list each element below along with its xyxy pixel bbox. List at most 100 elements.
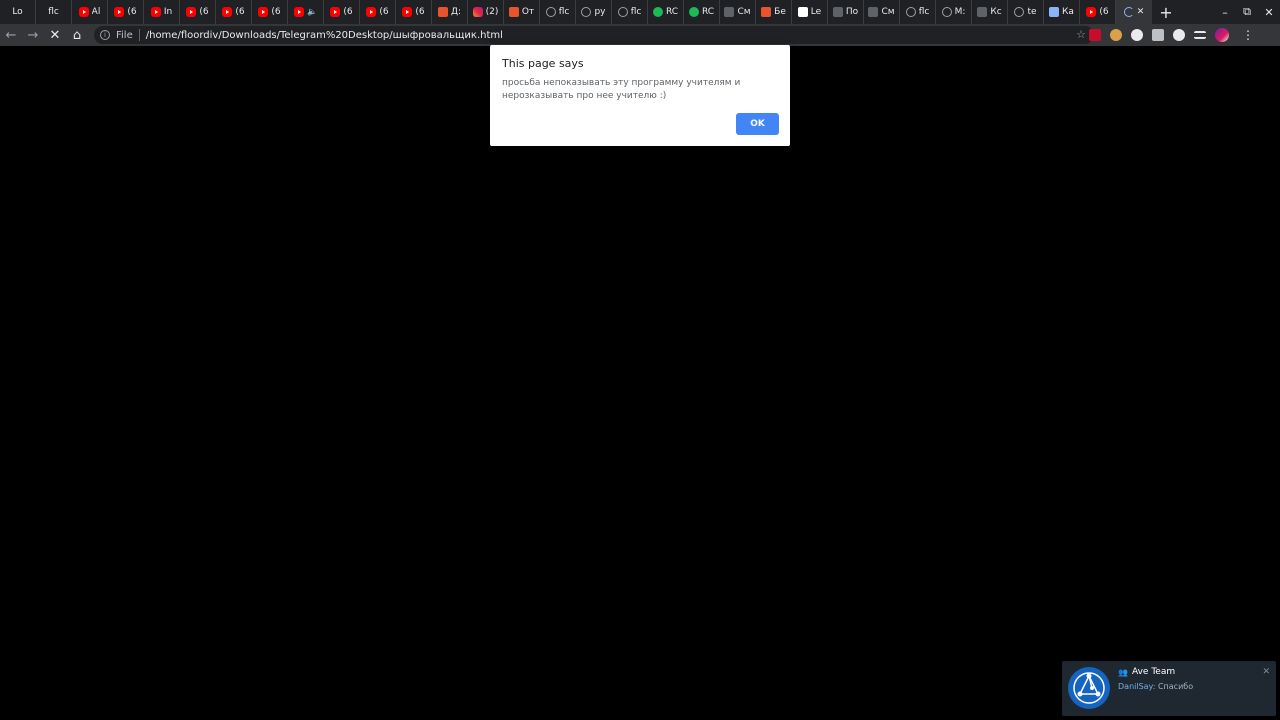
- github-icon: [941, 7, 952, 17]
- tab-21[interactable]: Бе: [756, 0, 792, 24]
- tab-title: (6: [343, 7, 353, 17]
- tab-14[interactable]: От: [504, 0, 540, 24]
- tab-title: RC: [701, 7, 715, 17]
- github-icon[interactable]: [1173, 29, 1185, 41]
- media-queue-icon[interactable]: [1194, 31, 1206, 39]
- info-icon[interactable]: i: [100, 30, 110, 40]
- notification-text: Спасибо: [1157, 682, 1194, 691]
- tab-list: Lo flc Al (6 In (6 (6 (6 🔈 (6 (6 (6 Д: (2) От flc ру flc R…: [0, 0, 1116, 24]
- green-circle-icon: [688, 7, 699, 17]
- maximize-button[interactable]: ⧉: [1236, 0, 1258, 24]
- tab-24[interactable]: См: [864, 0, 900, 24]
- tab-5[interactable]: (6: [180, 0, 216, 24]
- tab-22[interactable]: Le: [792, 0, 828, 24]
- youtube-icon: [1086, 7, 1097, 17]
- tab-30[interactable]: (6: [1080, 0, 1116, 24]
- tab-26[interactable]: M:: [936, 0, 972, 24]
- tab-title: Lo: [12, 7, 23, 17]
- network-logo-icon: [1069, 668, 1109, 708]
- youtube-icon: [330, 7, 341, 17]
- notification-sender: DanilSay:: [1118, 682, 1156, 691]
- tab-2[interactable]: Al: [72, 0, 108, 24]
- tab-title: (6: [235, 7, 245, 17]
- github-icon: [617, 7, 628, 17]
- extension-grid-icon[interactable]: [1152, 29, 1164, 41]
- tab-25[interactable]: flc: [900, 0, 936, 24]
- bookmark-star-icon[interactable]: ☆: [1076, 28, 1086, 41]
- tab-title: (6: [1099, 7, 1109, 17]
- alert-dialog: This page says просьба непоказывать эту …: [490, 45, 790, 146]
- ok-button[interactable]: OK: [736, 113, 779, 135]
- tab-title: (2): [485, 7, 499, 17]
- notification-close-icon[interactable]: ✕: [1262, 667, 1270, 677]
- gray-favicon-icon: [724, 7, 735, 17]
- tab-19[interactable]: RC: [684, 0, 720, 24]
- tab-9[interactable]: (6: [324, 0, 360, 24]
- forward-button[interactable]: →: [22, 24, 44, 46]
- tab-8[interactable]: 🔈: [288, 0, 324, 24]
- tab-1[interactable]: flc: [36, 0, 72, 24]
- tab-7[interactable]: (6: [252, 0, 288, 24]
- tab-6[interactable]: (6: [216, 0, 252, 24]
- instagram-icon: [472, 7, 483, 17]
- tab-4[interactable]: In: [144, 0, 180, 24]
- tab-12[interactable]: Д:: [432, 0, 468, 24]
- orange-favicon-icon: [761, 7, 772, 17]
- blue-favicon-icon: [1049, 7, 1060, 17]
- back-button[interactable]: ←: [0, 24, 22, 46]
- message-notification[interactable]: 👥 Ave Team DanilSay: Спасибо ✕: [1062, 661, 1276, 716]
- tab-close-icon[interactable]: ✕: [1137, 7, 1145, 17]
- tab-27[interactable]: Кс: [972, 0, 1008, 24]
- tab-active[interactable]: ✕: [1116, 0, 1152, 24]
- tab-title: Le: [810, 7, 822, 17]
- tab-23[interactable]: По: [828, 0, 864, 24]
- dialog-title: This page says: [502, 57, 584, 70]
- tab-18[interactable]: RC: [648, 0, 684, 24]
- close-window-button[interactable]: ✕: [1258, 0, 1280, 24]
- tab-3[interactable]: (6: [108, 0, 144, 24]
- extension-circle-icon[interactable]: [1131, 29, 1143, 41]
- notification-title: Ave Team: [1131, 667, 1176, 677]
- tab-29[interactable]: Ка: [1044, 0, 1080, 24]
- minimize-button[interactable]: –: [1214, 0, 1236, 24]
- tab-20[interactable]: См: [720, 0, 756, 24]
- github-icon: [581, 7, 592, 17]
- tab-title: См: [881, 7, 895, 17]
- tab-title: flc: [630, 7, 642, 17]
- tab-title: Al: [91, 7, 101, 17]
- profile-avatar[interactable]: [1215, 28, 1229, 42]
- adblock-icon[interactable]: [1089, 29, 1101, 41]
- notification-body: DanilSay: Спасибо: [1118, 682, 1193, 691]
- tab-title: Кс: [990, 7, 1002, 17]
- youtube-icon: [402, 7, 413, 17]
- tab-11[interactable]: (6: [396, 0, 432, 24]
- tab-title: flc: [918, 7, 930, 17]
- tab-17[interactable]: flc: [612, 0, 648, 24]
- speaker-icon[interactable]: 🔈: [307, 7, 317, 17]
- new-tab-button[interactable]: +: [1152, 0, 1180, 24]
- cookie-icon[interactable]: [1110, 29, 1122, 41]
- tab-title: RC: [665, 7, 679, 17]
- github-icon: [905, 7, 916, 17]
- tab-10[interactable]: (6: [360, 0, 396, 24]
- url-text[interactable]: /home/floordiv/Downloads/Telegram%20Desk…: [146, 30, 503, 41]
- youtube-icon: [294, 7, 305, 17]
- tab-16[interactable]: ру: [576, 0, 612, 24]
- menu-icon[interactable]: ⋮: [1242, 28, 1254, 42]
- tab-13[interactable]: (2): [468, 0, 504, 24]
- home-button[interactable]: ⌂: [66, 24, 88, 46]
- white-favicon-icon: [797, 7, 808, 17]
- tab-15[interactable]: flc: [540, 0, 576, 24]
- group-avatar: [1068, 667, 1110, 709]
- address-bar[interactable]: i File /home/floordiv/Downloads/Telegram…: [94, 26, 1094, 44]
- youtube-icon: [78, 7, 89, 17]
- tab-0[interactable]: Lo: [0, 0, 36, 24]
- tab-title: In: [163, 7, 173, 17]
- tab-28[interactable]: te: [1008, 0, 1044, 24]
- orange-favicon-icon: [437, 7, 448, 17]
- youtube-icon: [366, 7, 377, 17]
- github-icon: [1014, 7, 1025, 17]
- stop-loading-button[interactable]: ✕: [44, 24, 66, 46]
- youtube-icon: [258, 7, 269, 17]
- tab-title: Д:: [450, 7, 462, 17]
